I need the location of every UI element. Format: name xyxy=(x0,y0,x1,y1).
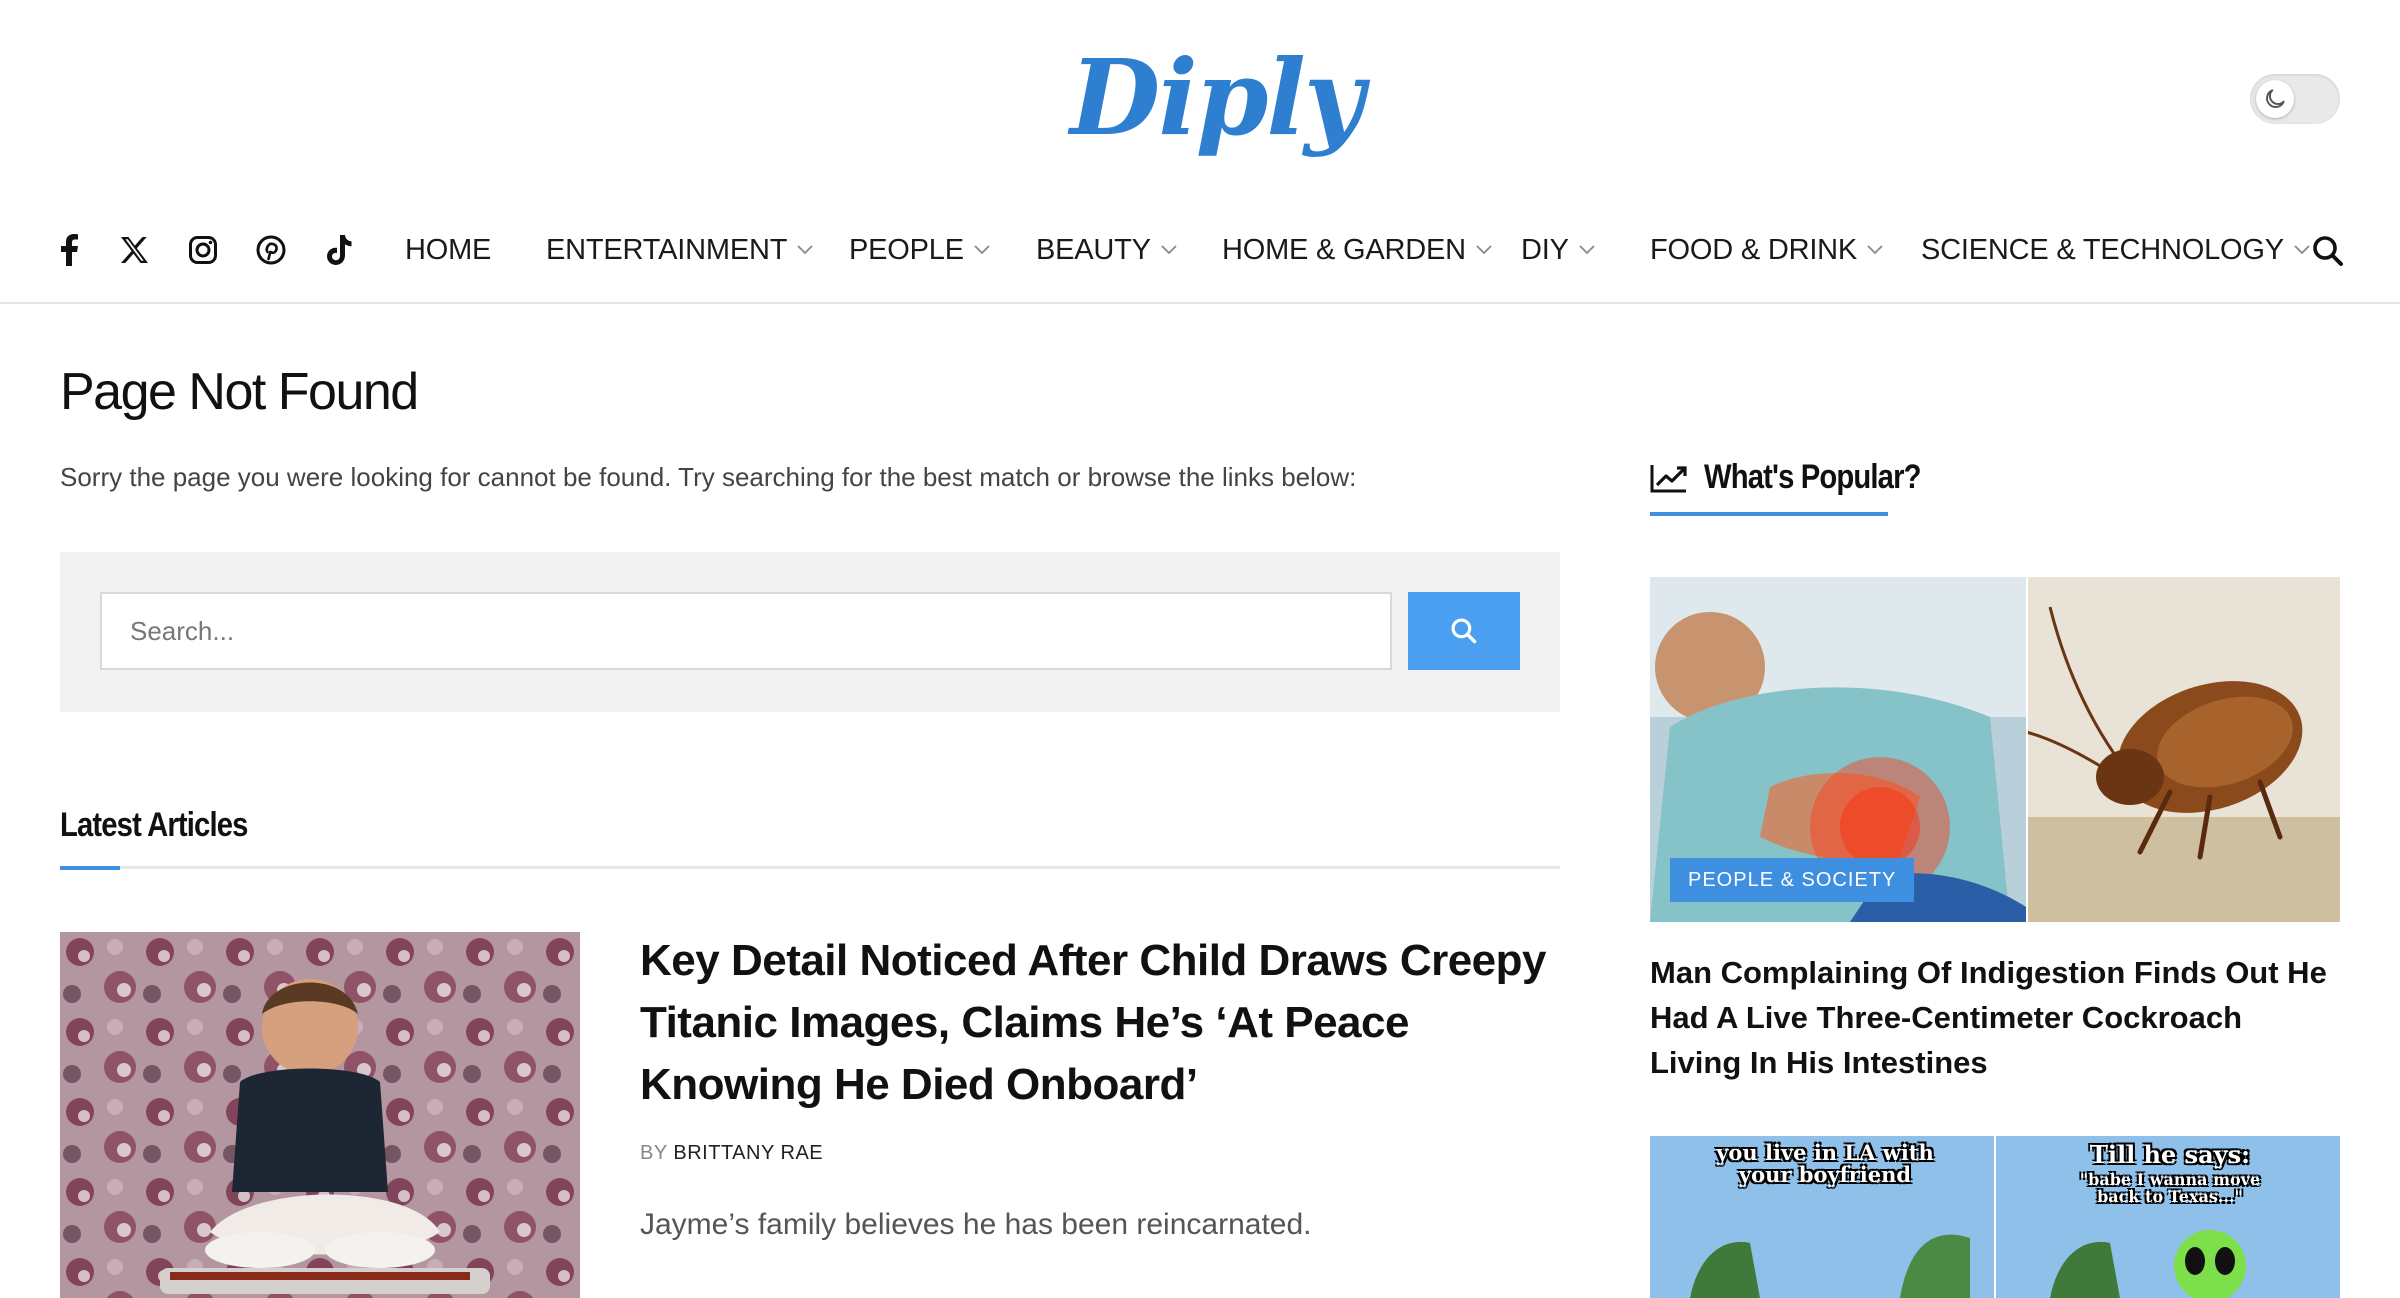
pinterest-icon[interactable] xyxy=(251,220,291,280)
popular-heading: What's Popular? xyxy=(1650,458,1956,497)
chevron-down-icon xyxy=(1161,245,1177,255)
nav-science-technology-label: SCIENCE & TECHNOLOGY xyxy=(1921,233,2284,266)
nav-home-garden[interactable]: HOME & GARDEN xyxy=(1222,220,1492,280)
search-icon xyxy=(1451,618,1477,644)
site-logo[interactable]: Diply xyxy=(1070,38,1364,158)
popular-card-image-2[interactable]: you live in LA with your boyfriend Till … xyxy=(1650,1136,2340,1298)
search-icon[interactable] xyxy=(2305,228,2351,274)
nav-science-technology[interactable]: SCIENCE & TECHNOLOGY xyxy=(1921,220,2310,280)
toggle-knob xyxy=(2256,80,2294,118)
article-excerpt: Jayme’s family believes he has been rein… xyxy=(640,1208,1312,1241)
nav-home-label: HOME xyxy=(405,233,492,266)
site-header: Diply xyxy=(0,0,2400,190)
chevron-down-icon xyxy=(1476,245,1492,255)
chevron-down-icon xyxy=(1867,245,1883,255)
chevron-down-icon xyxy=(1579,245,1595,255)
main-nav: HOME ENTERTAINMENT PEOPLE BEAUTY HOME & … xyxy=(0,220,2400,304)
popular-card-image[interactable]: PEOPLE & SOCIETY xyxy=(1650,577,2340,922)
nav-people-label: PEOPLE xyxy=(849,233,964,266)
nav-entertainment[interactable]: ENTERTAINMENT xyxy=(546,220,813,280)
nav-entertainment-label: ENTERTAINMENT xyxy=(546,233,788,266)
instagram-icon[interactable] xyxy=(183,220,223,280)
nav-beauty[interactable]: BEAUTY xyxy=(1036,220,1177,280)
nav-beauty-label: BEAUTY xyxy=(1036,233,1151,266)
meme-caption-right-sub: "babe I wanna move back to Texas..." xyxy=(2079,1170,2261,1206)
meme-caption-right: Till he says: xyxy=(2089,1140,2251,1169)
x-icon[interactable] xyxy=(114,220,154,280)
article-thumbnail[interactable] xyxy=(60,932,580,1298)
author-link[interactable]: BRITTANY RAE xyxy=(673,1142,823,1164)
dark-mode-toggle[interactable] xyxy=(2250,74,2340,124)
page-title: Page Not Found xyxy=(60,363,419,421)
meme-caption-left: you live in LA with your boyfriend xyxy=(1716,1140,1934,1188)
chevron-down-icon xyxy=(797,245,813,255)
search-button[interactable] xyxy=(1408,592,1520,670)
tiktok-icon[interactable] xyxy=(319,220,359,280)
nav-home-garden-label: HOME & GARDEN xyxy=(1222,233,1466,266)
moon-icon xyxy=(2266,89,2285,108)
byline-prefix: BY xyxy=(640,1142,668,1164)
popular-underline xyxy=(1650,512,1888,516)
trending-icon xyxy=(1650,464,1687,492)
nav-diy-label: DIY xyxy=(1521,233,1569,266)
article-title[interactable]: Key Detail Noticed After Child Draws Cre… xyxy=(640,930,1560,1116)
chevron-down-icon xyxy=(974,245,990,255)
section-divider xyxy=(60,866,1560,870)
popular-article-title[interactable]: Man Complaining Of Indigestion Finds Out… xyxy=(1650,950,2340,1085)
nav-home[interactable]: HOME xyxy=(405,220,491,280)
search-input[interactable] xyxy=(100,592,1392,670)
category-badge[interactable]: PEOPLE & SOCIETY xyxy=(1670,858,1915,902)
section-accent xyxy=(60,866,120,870)
nav-diy[interactable]: DIY xyxy=(1521,220,1595,280)
nav-food-drink-label: FOOD & DRINK xyxy=(1650,233,1858,266)
nav-people[interactable]: PEOPLE xyxy=(849,220,990,280)
nav-food-drink[interactable]: FOOD & DRINK xyxy=(1650,220,1883,280)
child-photo-image xyxy=(60,932,580,1298)
popular-title: What's Popular? xyxy=(1704,458,1921,496)
not-found-message: Sorry the page you were looking for cann… xyxy=(60,462,1357,492)
latest-articles-heading: Latest Articles xyxy=(60,806,248,844)
facebook-icon[interactable] xyxy=(49,220,89,280)
search-form xyxy=(60,552,1560,712)
article-byline: BY BRITTANY RAE xyxy=(640,1142,823,1165)
